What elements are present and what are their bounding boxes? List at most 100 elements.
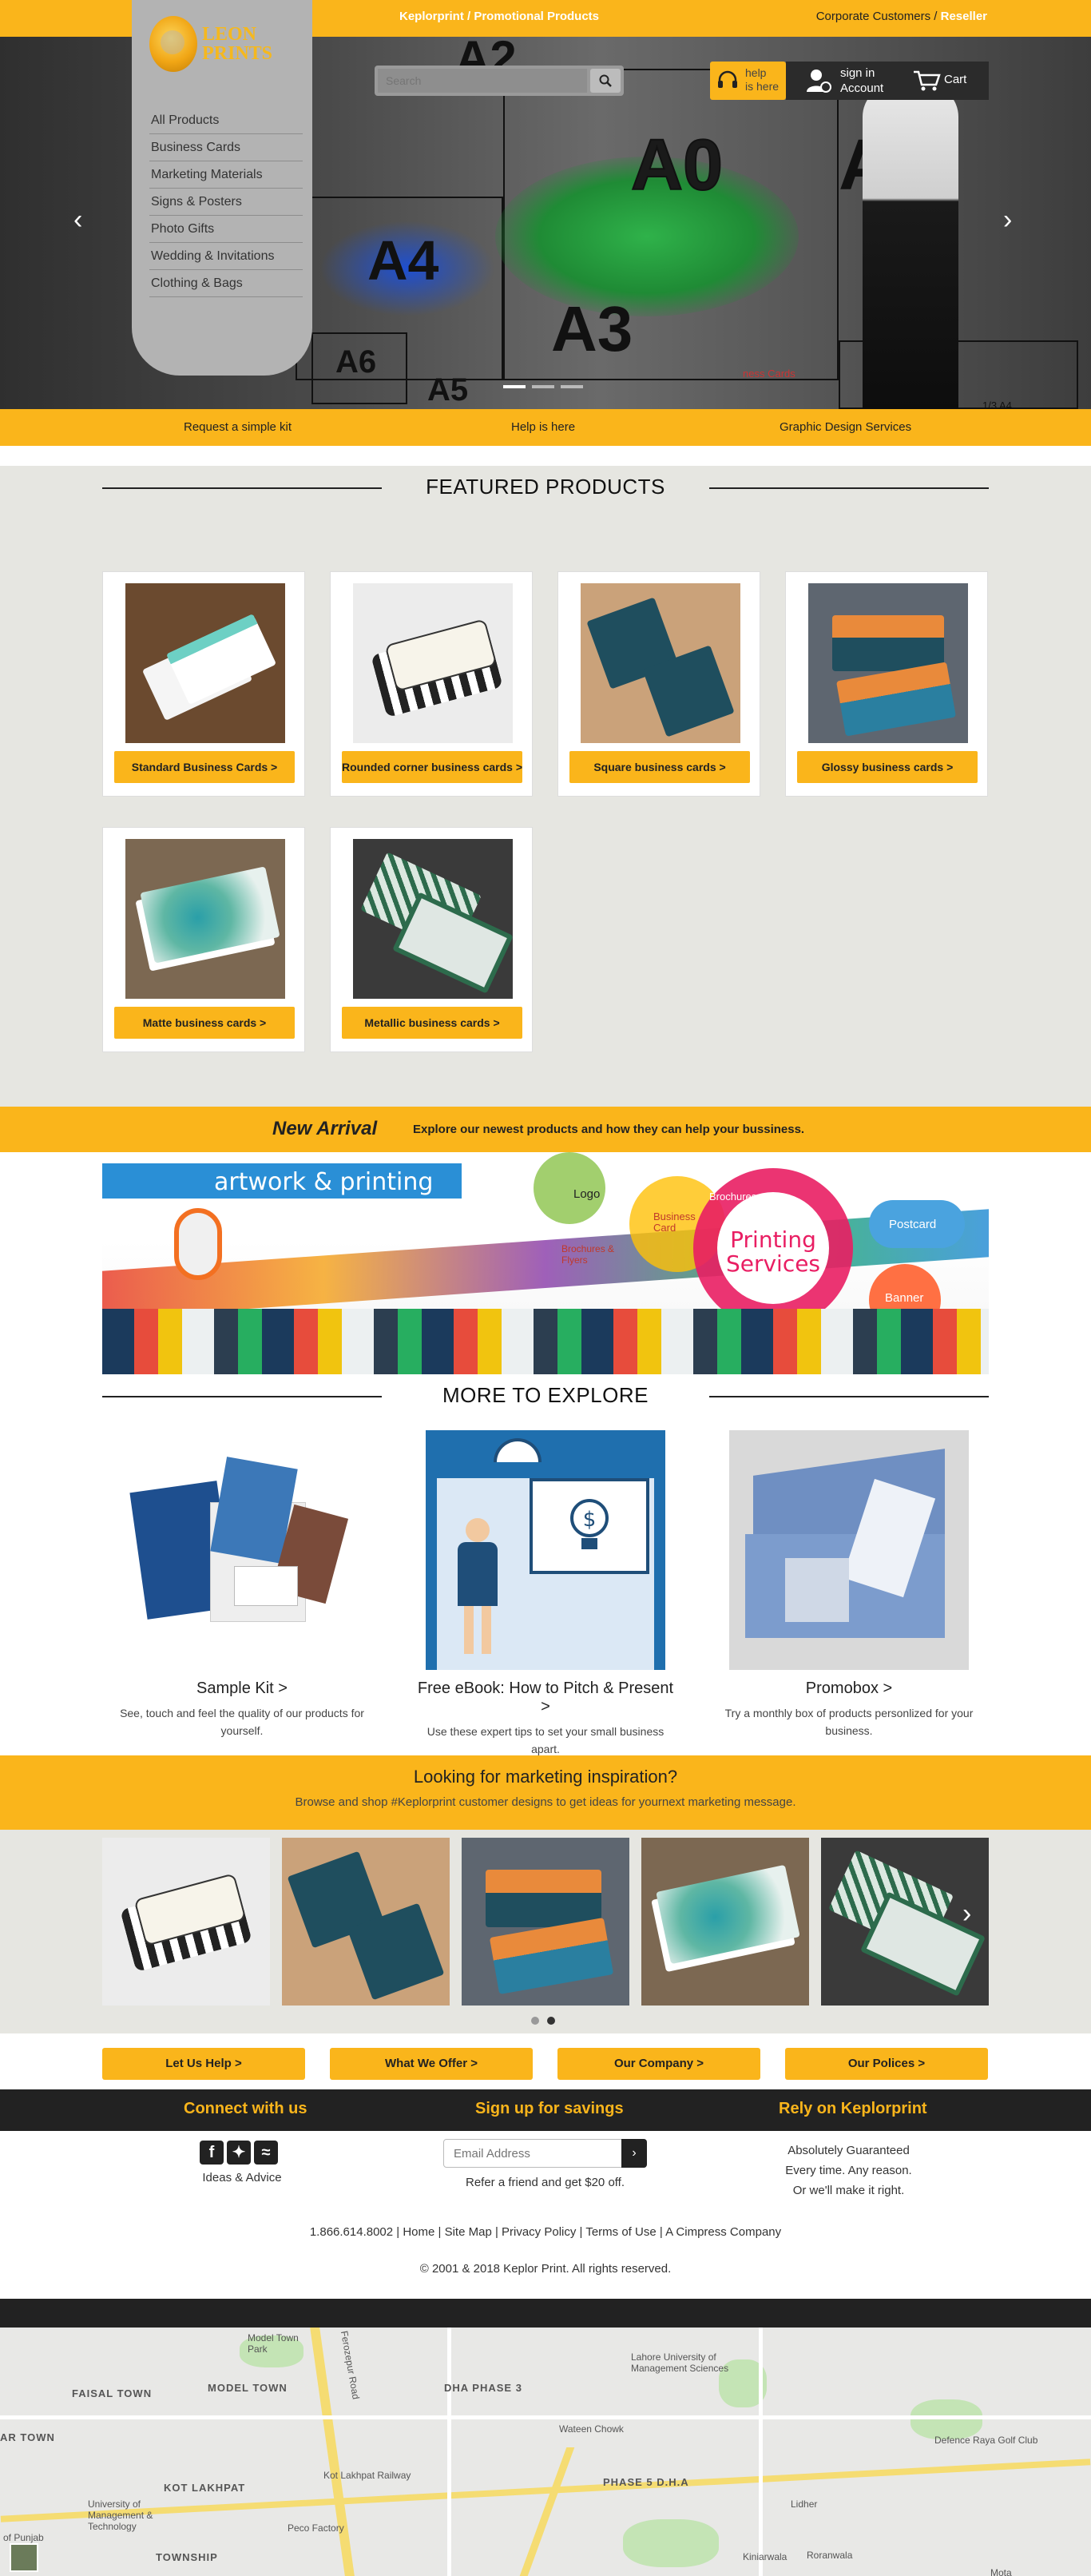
printing-services-text: Printing Services bbox=[725, 1226, 821, 1277]
facebook-icon[interactable]: f bbox=[200, 2141, 224, 2165]
ebook-link[interactable]: Free eBook: How to Pitch & Present > bbox=[414, 1680, 677, 1716]
title-divider bbox=[709, 487, 989, 489]
menu-item-marketing-materials[interactable]: Marketing Materials bbox=[149, 161, 303, 189]
menu-item-photo-gifts[interactable]: Photo Gifts bbox=[149, 216, 303, 243]
sign-in-link[interactable]: sign in Account bbox=[840, 66, 883, 96]
explore-item-ebook[interactable]: $ Free eBook: How to Pitch & Present > U… bbox=[414, 1430, 677, 1758]
next-slide-arrow-icon[interactable]: › bbox=[1003, 205, 1012, 236]
headset-icon bbox=[718, 70, 737, 88]
our-company-button[interactable]: Our Company > bbox=[557, 2048, 760, 2080]
inspiration-title: Looking for marketing inspiration? bbox=[413, 1767, 678, 1787]
service-links-bar: Request a simple kit Help is here Graphi… bbox=[0, 409, 1091, 446]
slide-indicator[interactable] bbox=[561, 385, 583, 388]
carousel-next-arrow-icon[interactable]: › bbox=[962, 1898, 971, 1930]
banner-tag: Postcard bbox=[889, 1218, 937, 1231]
account-cart-bar: sign in Account Cart bbox=[786, 62, 989, 100]
guarantee-line: Absolutely Guaranteed bbox=[788, 2144, 910, 2157]
title-divider bbox=[709, 1396, 989, 1397]
hero-small-text: 1/3 A4 bbox=[982, 400, 1012, 409]
search-input[interactable] bbox=[378, 69, 587, 93]
menu-item-signs-posters[interactable]: Signs & Posters bbox=[149, 189, 303, 216]
guarantee-line: Every time. Any reason. bbox=[785, 2164, 912, 2177]
search-button[interactable] bbox=[590, 69, 621, 93]
inspiration-bar: Looking for marketing inspiration? Brows… bbox=[0, 1755, 1091, 1830]
promobox-image bbox=[729, 1430, 969, 1670]
standard-business-card-image[interactable] bbox=[125, 583, 285, 743]
footer-body: f ✦ ≈ Ideas & Advice › Refer a friend an… bbox=[0, 2131, 1091, 2299]
what-we-offer-button[interactable]: What We Offer > bbox=[330, 2048, 533, 2080]
carousel-thumb[interactable] bbox=[102, 1838, 270, 2006]
email-signup: › bbox=[443, 2139, 647, 2168]
location-map[interactable]: FAISAL TOWN MODEL TOWN DHA PHASE 3 PHASE… bbox=[0, 2328, 1091, 2576]
explore-item-promobox[interactable]: Promobox > Try a monthly box of products… bbox=[717, 1430, 981, 1739]
cart-link[interactable]: Cart bbox=[944, 73, 966, 86]
carousel-thumb[interactable] bbox=[462, 1838, 629, 2006]
logo[interactable]: LEON PRINTS bbox=[149, 16, 272, 72]
printing-services-banner[interactable]: artwork & printing Printing Services Log… bbox=[102, 1152, 989, 1374]
sample-kit-description: See, touch and feel the quality of our p… bbox=[120, 1707, 364, 1737]
user-icon bbox=[807, 70, 831, 93]
menu-item-business-cards[interactable]: Business Cards bbox=[149, 134, 303, 161]
help-link[interactable]: Help is here bbox=[511, 420, 575, 434]
banner-tag: Brochures & Flyers bbox=[561, 1243, 615, 1266]
refer-friend-text: Refer a friend and get $20 off. bbox=[465, 2176, 625, 2189]
carousel-indicator[interactable] bbox=[531, 2017, 539, 2025]
menu-item-all-products[interactable]: All Products bbox=[149, 107, 303, 134]
slide-indicator[interactable] bbox=[532, 385, 554, 388]
map-poi: of Punjab bbox=[3, 2532, 44, 2543]
reseller-link[interactable]: Reseller bbox=[941, 10, 987, 23]
metallic-business-cards-button[interactable]: Metallic business cards > bbox=[342, 1007, 522, 1039]
carousel-indicators bbox=[531, 2017, 555, 2025]
slide-indicator[interactable] bbox=[503, 385, 526, 388]
banner-tag: Brochures bbox=[709, 1191, 757, 1203]
help-button[interactable]: help is here bbox=[710, 62, 786, 100]
matte-business-cards-button[interactable]: Matte business cards > bbox=[114, 1007, 295, 1039]
footer-links[interactable]: 1.866.614.8002 | Home | Site Map | Priva… bbox=[0, 2225, 1091, 2239]
sample-kit-image bbox=[122, 1430, 362, 1670]
metallic-business-card-image[interactable] bbox=[353, 839, 513, 999]
carousel-thumb[interactable] bbox=[282, 1838, 450, 2006]
rounded-corner-business-cards-button[interactable]: Rounded corner business cards > bbox=[342, 751, 522, 783]
inspiration-description: Browse and shop #Keplorprint customer de… bbox=[295, 1795, 796, 1809]
rss-icon[interactable]: ≈ bbox=[254, 2141, 278, 2165]
help-label: help is here bbox=[745, 66, 779, 93]
paper-size-label: A5 bbox=[427, 372, 469, 407]
carousel-indicator[interactable] bbox=[547, 2017, 555, 2025]
menu-item-clothing-bags[interactable]: Clothing & Bags bbox=[149, 270, 303, 297]
let-us-help-button[interactable]: Let Us Help > bbox=[102, 2048, 305, 2080]
ebook-image: $ bbox=[426, 1430, 665, 1670]
sample-kit-link[interactable]: Sample Kit > bbox=[110, 1680, 374, 1698]
corporate-customers-link[interactable]: Corporate Customers / bbox=[816, 10, 938, 23]
prev-slide-arrow-icon[interactable]: ‹ bbox=[73, 205, 82, 236]
design-services-link[interactable]: Graphic Design Services bbox=[780, 420, 911, 434]
square-business-cards-button[interactable]: Square business cards > bbox=[569, 751, 750, 783]
paper-size-label: A3 bbox=[551, 293, 633, 364]
email-input[interactable] bbox=[444, 2140, 624, 2167]
matte-business-card-image[interactable] bbox=[125, 839, 285, 999]
cart-icon[interactable] bbox=[912, 70, 941, 92]
map-label: PHASE 5 D.H.A bbox=[603, 2476, 689, 2488]
standard-business-cards-button[interactable]: Standard Business Cards > bbox=[114, 751, 295, 783]
product-card: Matte business cards > bbox=[102, 827, 305, 1052]
map-park bbox=[623, 2519, 719, 2567]
map-road bbox=[447, 2328, 451, 2576]
mouse-icon bbox=[174, 1208, 222, 1280]
our-policies-button[interactable]: Our Polices > bbox=[785, 2048, 988, 2080]
carousel-thumb[interactable] bbox=[641, 1838, 809, 2006]
promobox-link[interactable]: Promobox > bbox=[717, 1680, 981, 1698]
banner-tag: Logo bbox=[573, 1187, 601, 1201]
menu-item-wedding-invitations[interactable]: Wedding & Invitations bbox=[149, 243, 303, 270]
ideas-advice-link[interactable]: Ideas & Advice bbox=[190, 2171, 294, 2184]
twitter-icon[interactable]: ✦ bbox=[227, 2141, 251, 2165]
square-business-card-image[interactable] bbox=[581, 583, 740, 743]
map-poi: Mota bbox=[990, 2567, 1012, 2576]
request-kit-link[interactable]: Request a simple kit bbox=[184, 420, 292, 434]
glossy-business-card-image[interactable] bbox=[808, 583, 968, 743]
glossy-business-cards-button[interactable]: Glossy business cards > bbox=[797, 751, 978, 783]
explore-item-sample-kit[interactable]: Sample Kit > See, touch and feel the qua… bbox=[110, 1430, 374, 1739]
satellite-toggle[interactable] bbox=[10, 2543, 38, 2572]
email-submit-button[interactable]: › bbox=[621, 2139, 647, 2168]
promotional-products-link[interactable]: Keplorprint / Promotional Products bbox=[399, 10, 599, 23]
rounded-corner-card-image[interactable] bbox=[353, 583, 513, 743]
paper-size-label: A4 bbox=[367, 229, 439, 292]
